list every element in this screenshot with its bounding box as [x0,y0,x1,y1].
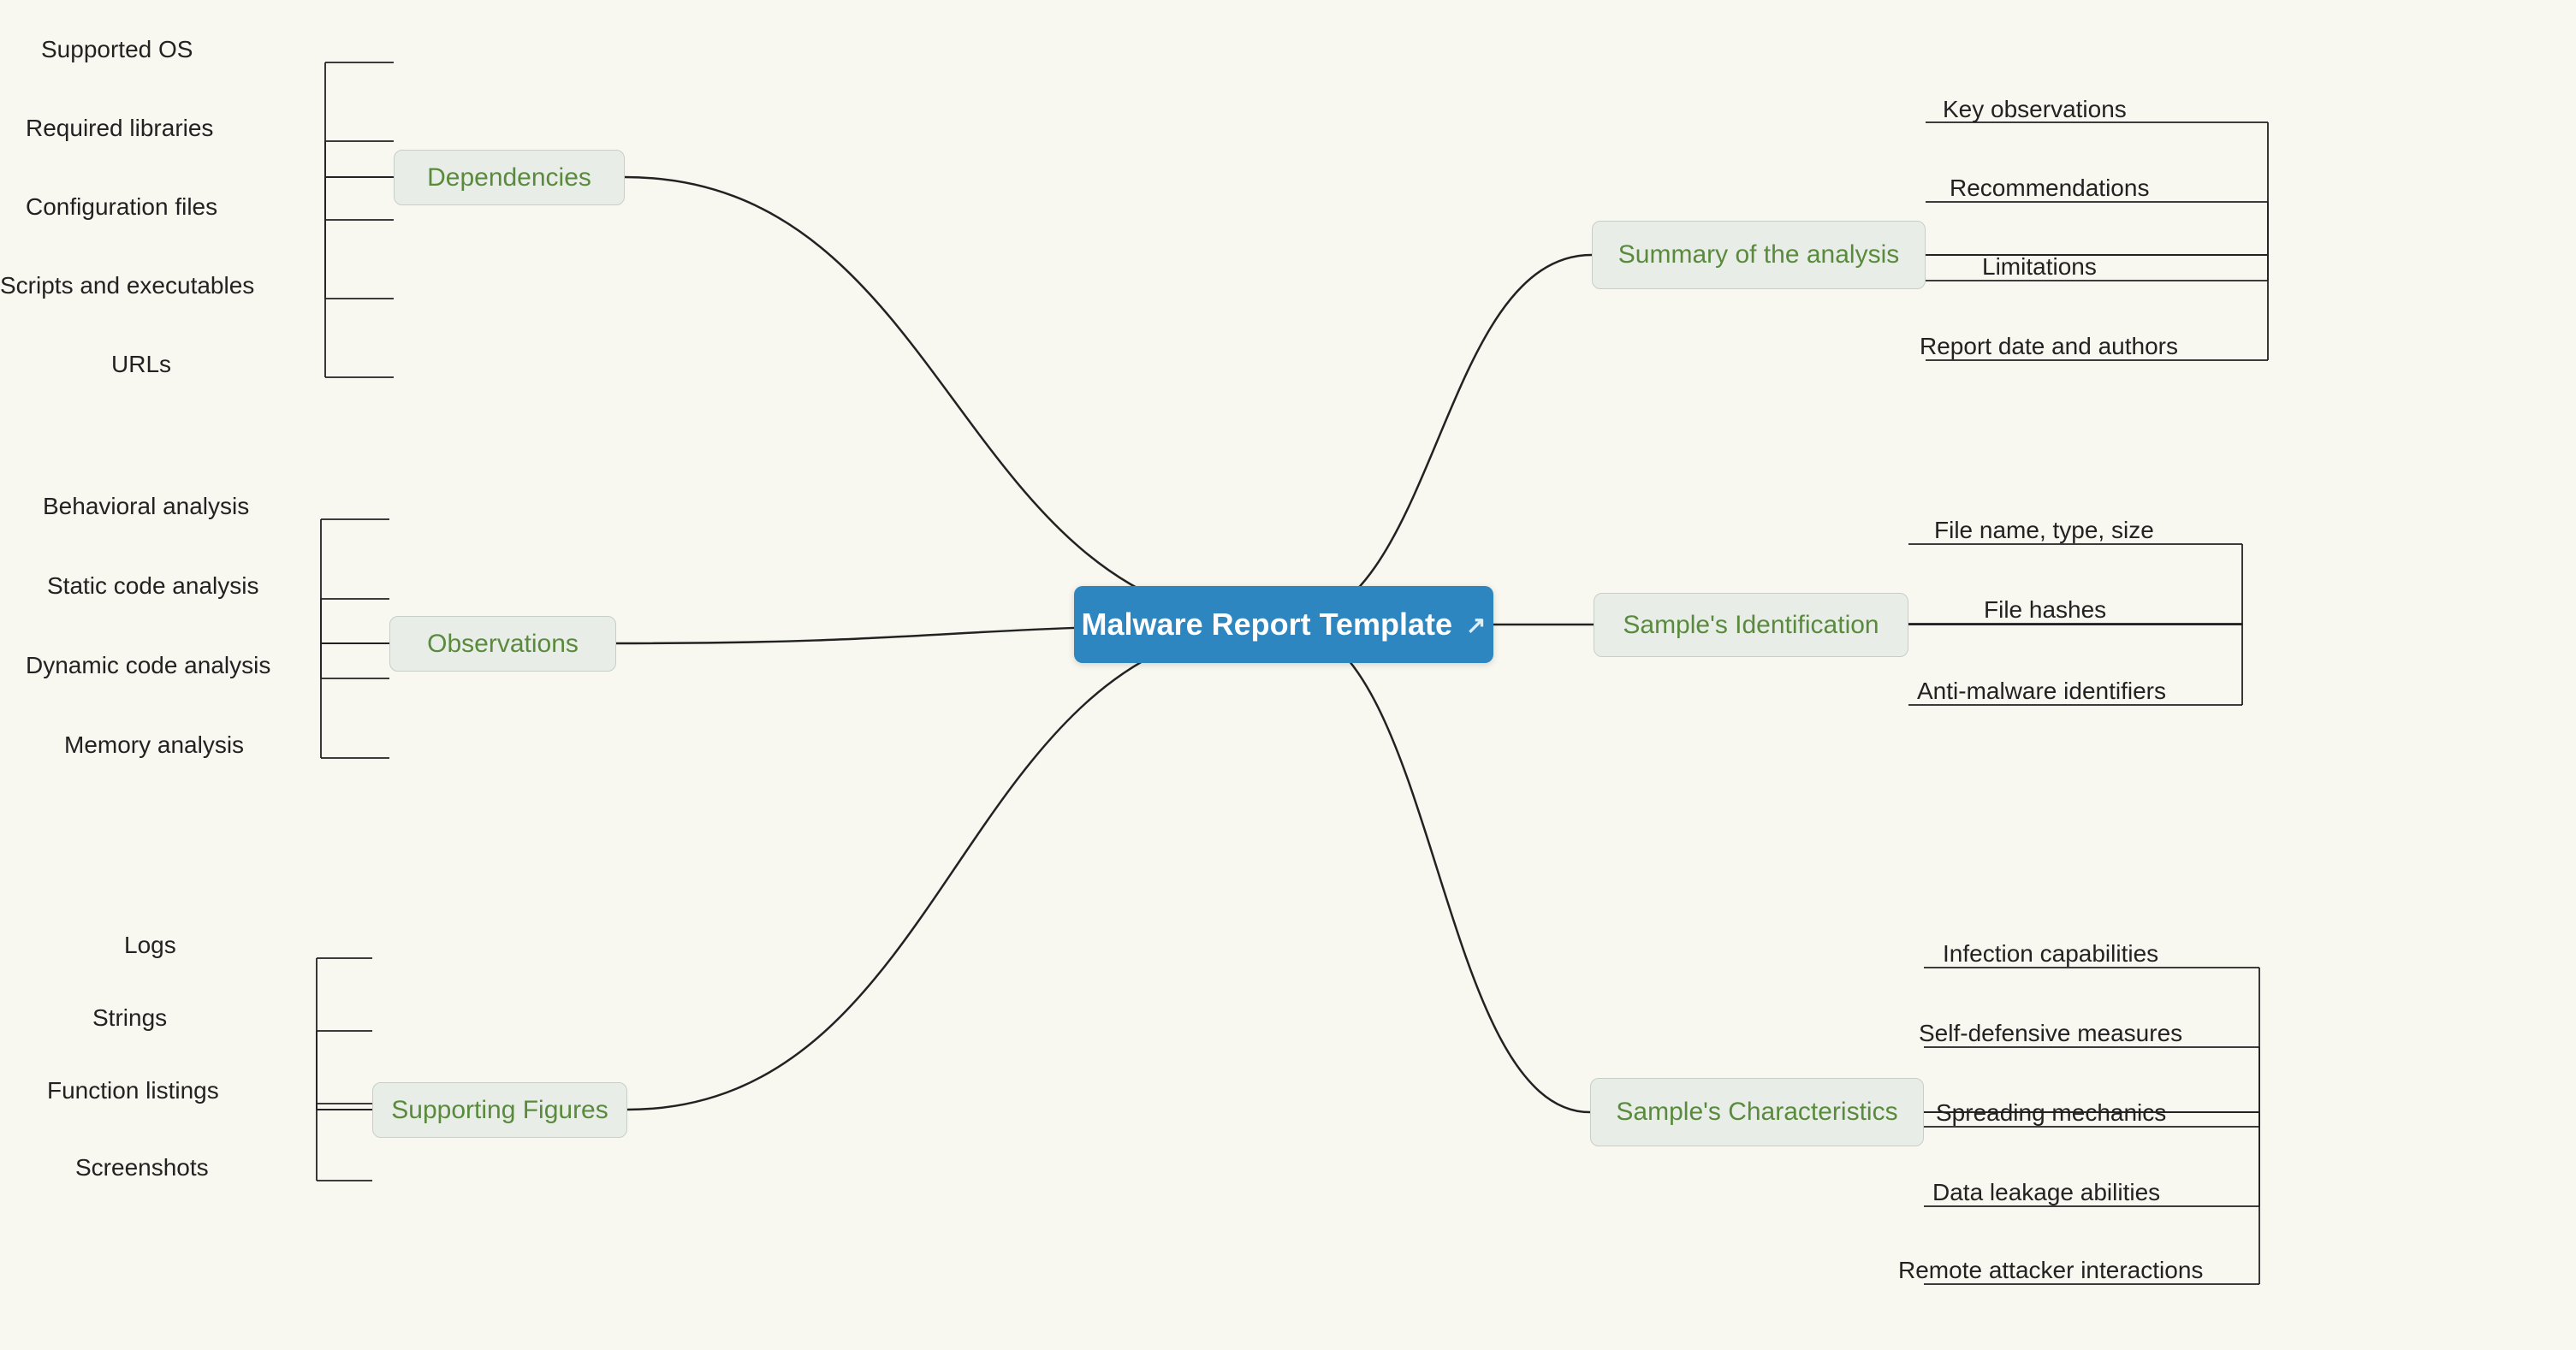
leaf-anti-malware-identifiers: Anti-malware identifiers [1917,674,2166,708]
leaf-logs: Logs [124,928,176,962]
branch-observations[interactable]: Observations [389,616,616,672]
external-link-icon: ↗ [1466,611,1486,639]
leaf-file-hashes: File hashes [1984,593,2106,627]
mindmap-container: Malware Report Template ↗ Dependencies S… [0,0,2576,1350]
leaf-infection-capabilities: Infection capabilities [1943,937,2158,971]
leaf-dynamic-code-analysis: Dynamic code analysis [26,648,270,683]
leaf-spreading-mechanics: Spreading mechanics [1936,1096,2166,1130]
branch-summary[interactable]: Summary of the analysis [1592,221,1926,289]
leaf-limitations: Limitations [1982,250,2097,284]
branch-dependencies[interactable]: Dependencies [394,150,625,205]
center-node[interactable]: Malware Report Template ↗ [1074,586,1493,663]
leaf-strings: Strings [92,1001,167,1035]
leaf-memory-analysis: Memory analysis [64,728,244,762]
leaf-file-name-type-size: File name, type, size [1934,513,2154,548]
center-label: Malware Report Template [1082,607,1452,642]
leaf-data-leakage-abilities: Data leakage abilities [1932,1175,2160,1210]
leaf-static-code-analysis: Static code analysis [47,569,258,603]
leaf-configuration-files: Configuration files [26,190,217,224]
leaf-behavioral-analysis: Behavioral analysis [43,489,249,524]
branch-identification[interactable]: Sample's Identification [1594,593,1908,657]
leaf-self-defensive-measures: Self-defensive measures [1919,1016,2182,1051]
leaf-supported-os: Supported OS [41,33,193,67]
leaf-remote-attacker-interactions: Remote attacker interactions [1898,1253,2203,1288]
leaf-urls: URLs [111,347,171,382]
connections-svg [0,0,2576,1350]
leaf-required-libraries: Required libraries [26,111,213,145]
branch-characteristics[interactable]: Sample's Characteristics [1590,1078,1924,1146]
leaf-report-date-authors: Report date and authors [1920,329,2178,364]
leaf-screenshots: Screenshots [75,1151,209,1185]
branch-supporting-figures[interactable]: Supporting Figures [372,1082,627,1138]
leaf-key-observations: Key observations [1943,92,2127,127]
leaf-function-listings: Function listings [47,1074,219,1108]
leaf-recommendations: Recommendations [1950,171,2149,205]
leaf-scripts-executables: Scripts and executables [0,269,254,303]
